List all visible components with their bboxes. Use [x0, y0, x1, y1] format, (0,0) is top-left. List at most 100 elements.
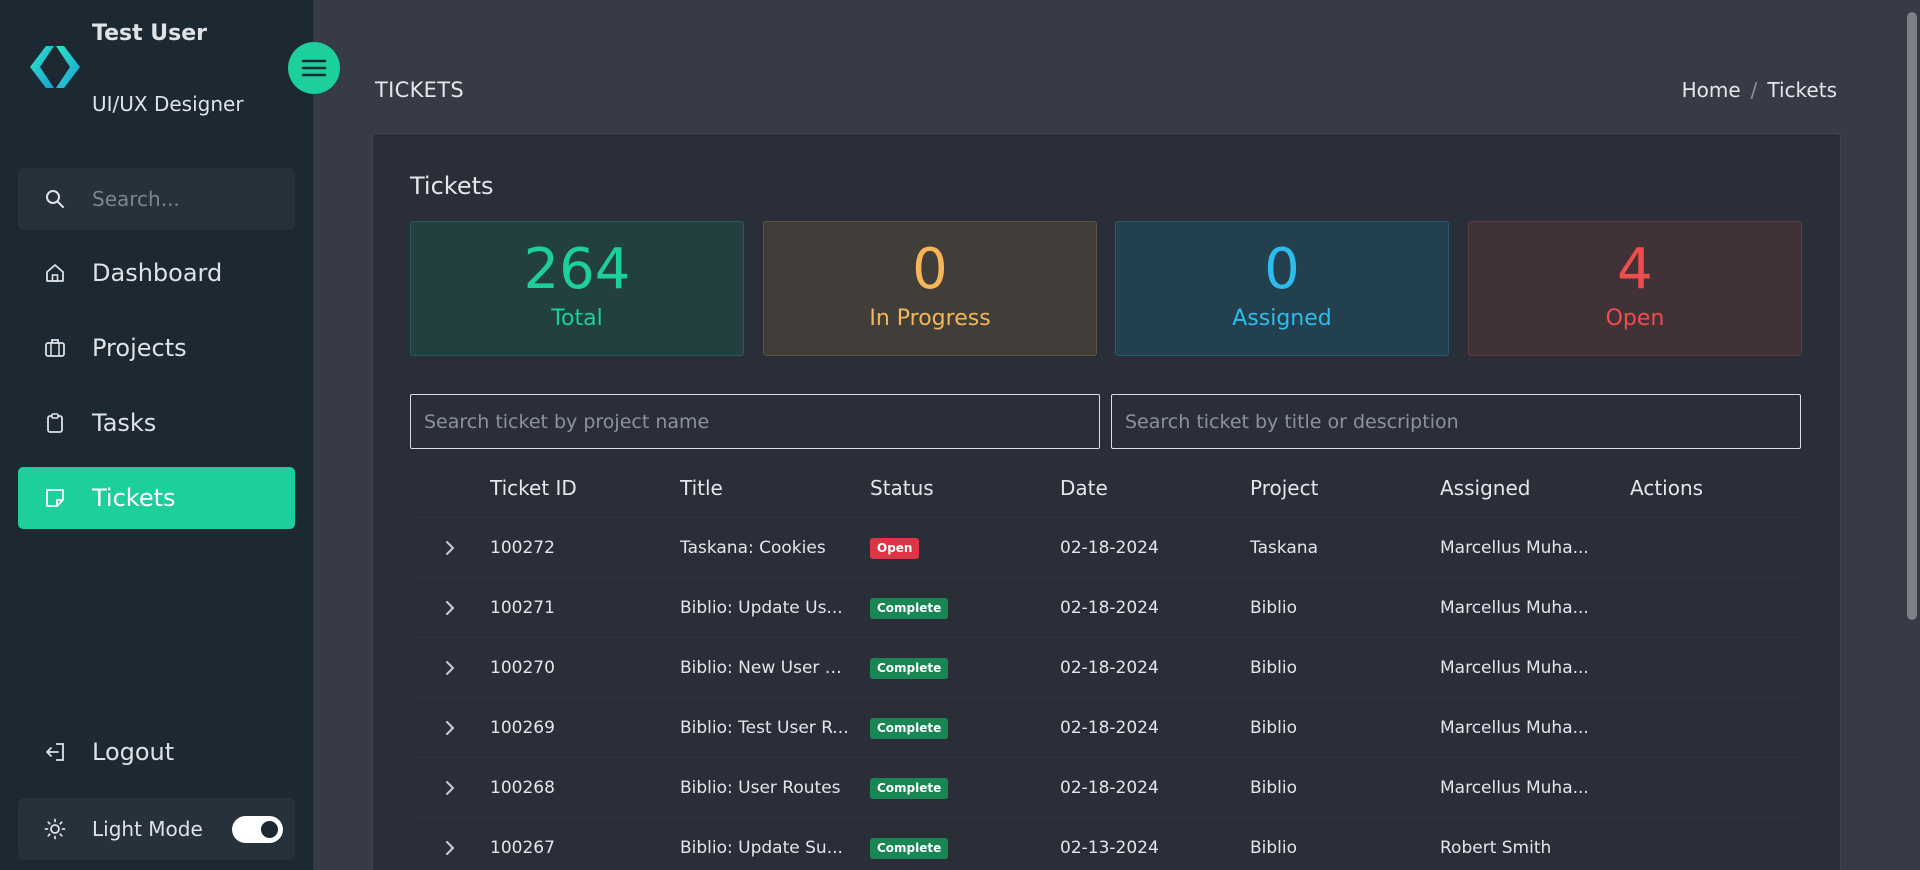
ticket-title: Biblio: Update Us...	[680, 597, 843, 618]
table-row[interactable]: 100272 Taskana: Cookies Open 02-18-2024 Task…	[410, 517, 1803, 577]
sidebar-item-tasks[interactable]: Tasks	[18, 392, 295, 454]
table-row[interactable]: 100268 Biblio: User Routes Complete 02-18-2…	[410, 757, 1803, 817]
ticket-project: Biblio	[1250, 837, 1298, 858]
stat-value: 264	[523, 237, 631, 302]
chevron-right-icon	[446, 600, 454, 615]
ticket-status: Complete	[870, 717, 1060, 739]
stat-value: 4	[1617, 237, 1653, 302]
sidebar-item-tickets[interactable]: Tickets	[18, 467, 295, 529]
expand-row-button[interactable]	[410, 780, 490, 795]
table-row[interactable]: 100271 Biblio: Update Us... Complete 02-18-…	[410, 577, 1803, 637]
logout-button[interactable]: Logout	[18, 721, 295, 783]
ticket-date: 02-18-2024	[1060, 597, 1159, 618]
table-row[interactable]: 100267 Biblio: Update Su... Complete 02-13-…	[410, 817, 1803, 870]
tickets-table: Ticket ID Title Status Date Project Assi…	[410, 459, 1803, 870]
ticket-date: 02-18-2024	[1060, 657, 1159, 678]
tickets-card: Tickets 264 Total 0 In Progress 0 Assign…	[372, 133, 1841, 870]
chevron-right-icon	[446, 720, 454, 735]
status-badge: Open	[870, 537, 920, 559]
user-name: Test User	[92, 21, 208, 46]
status-badge: Complete	[870, 657, 949, 679]
breadcrumb-separator: /	[1750, 78, 1758, 102]
stat-label: In Progress	[869, 306, 991, 331]
briefcase-icon	[18, 337, 92, 359]
ticket-title: Biblio: User Routes	[680, 777, 841, 798]
ticket-id: 100269	[490, 717, 555, 738]
stat-assigned: 0 Assigned	[1115, 221, 1449, 356]
ticket-id: 100270	[490, 657, 555, 678]
sidebar-search[interactable]	[18, 168, 295, 230]
stat-label: Open	[1605, 306, 1665, 331]
stat-label: Assigned	[1232, 306, 1332, 331]
stat-label: Total	[551, 306, 603, 331]
column-header[interactable]: Ticket ID	[490, 476, 680, 500]
sun-icon	[18, 818, 92, 840]
status-badge: Complete	[870, 717, 949, 739]
hamburger-icon	[301, 59, 327, 77]
ticket-title: Biblio: Update Su...	[680, 837, 843, 858]
sidebar-item-label: Tasks	[92, 409, 157, 437]
chevron-right-icon	[446, 780, 454, 795]
expand-row-button[interactable]	[410, 600, 490, 615]
column-header[interactable]: Title	[680, 476, 870, 500]
ticket-status: Complete	[870, 657, 1060, 679]
ticket-project: Biblio	[1250, 597, 1298, 618]
ticket-assigned: Marcellus Muha...	[1440, 537, 1589, 558]
expand-row-button[interactable]	[410, 540, 490, 555]
ticket-project: Biblio	[1250, 717, 1298, 738]
ticket-assigned: Marcellus Muha...	[1440, 777, 1589, 798]
sidebar-item-dashboard[interactable]: Dashboard	[18, 242, 295, 304]
table-header: Ticket ID Title Status Date Project Assi…	[410, 459, 1803, 517]
ticket-status: Complete	[870, 597, 1060, 619]
clipboard-icon	[18, 412, 92, 434]
logout-icon	[18, 741, 92, 763]
table-row[interactable]: 100270 Biblio: New User S... Complete 02-18…	[410, 637, 1803, 697]
ticket-project: Taskana	[1250, 537, 1318, 558]
chevron-right-icon	[446, 540, 454, 555]
toggle-knob	[261, 820, 278, 838]
ticket-project: Biblio	[1250, 657, 1298, 678]
column-header: Actions	[1630, 476, 1704, 500]
ticket-id: 100267	[490, 837, 555, 858]
sidebar-item-label: Projects	[92, 334, 187, 362]
ticket-assigned: Marcellus Muha...	[1440, 597, 1589, 618]
home-icon	[18, 262, 92, 284]
menu-toggle-button[interactable]	[288, 42, 340, 94]
table-body: 100272 Taskana: Cookies Open 02-18-2024 Task…	[410, 517, 1803, 870]
sidebar-item-label: Tickets	[92, 484, 176, 512]
ticket-status: Open	[870, 537, 1060, 559]
scrollbar-thumb[interactable]	[1907, 12, 1917, 620]
sidebar-item-projects[interactable]: Projects	[18, 317, 295, 379]
stat-open: 4 Open	[1468, 221, 1802, 356]
ticket-date: 02-18-2024	[1060, 717, 1159, 738]
light-mode-row: Light Mode	[18, 798, 295, 860]
breadcrumb-current: Tickets	[1767, 78, 1837, 102]
breadcrumb-home[interactable]: Home	[1682, 78, 1741, 102]
search-input[interactable]	[92, 187, 282, 211]
page-scrollbar[interactable]	[1903, 0, 1920, 870]
stat-in-progress: 0 In Progress	[763, 221, 1097, 356]
light-mode-label: Light Mode	[92, 817, 203, 841]
status-badge: Complete	[870, 837, 949, 859]
logo-icon	[30, 46, 80, 88]
sidebar-item-label: Dashboard	[92, 259, 223, 287]
logout-label: Logout	[92, 738, 175, 766]
expand-row-button[interactable]	[410, 660, 490, 675]
chevron-right-icon	[446, 840, 454, 855]
ticket-assigned: Robert Smith	[1440, 837, 1552, 858]
note-icon	[18, 487, 92, 509]
title-search-input[interactable]	[1111, 394, 1801, 449]
column-header[interactable]: Assigned	[1440, 476, 1630, 500]
breadcrumb: Home / Tickets	[1682, 78, 1837, 102]
expand-row-button[interactable]	[410, 840, 490, 855]
light-mode-toggle[interactable]	[232, 815, 283, 843]
table-row[interactable]: 100269 Biblio: Test User R... Complete 02-1…	[410, 697, 1803, 757]
ticket-title: Taskana: Cookies	[680, 537, 826, 558]
column-header[interactable]: Status	[870, 476, 1060, 500]
column-header[interactable]: Date	[1060, 476, 1250, 500]
search-icon	[18, 189, 92, 209]
column-header[interactable]: Project	[1250, 476, 1440, 500]
project-search-input[interactable]	[410, 394, 1100, 449]
expand-row-button[interactable]	[410, 720, 490, 735]
ticket-date: 02-18-2024	[1060, 777, 1159, 798]
